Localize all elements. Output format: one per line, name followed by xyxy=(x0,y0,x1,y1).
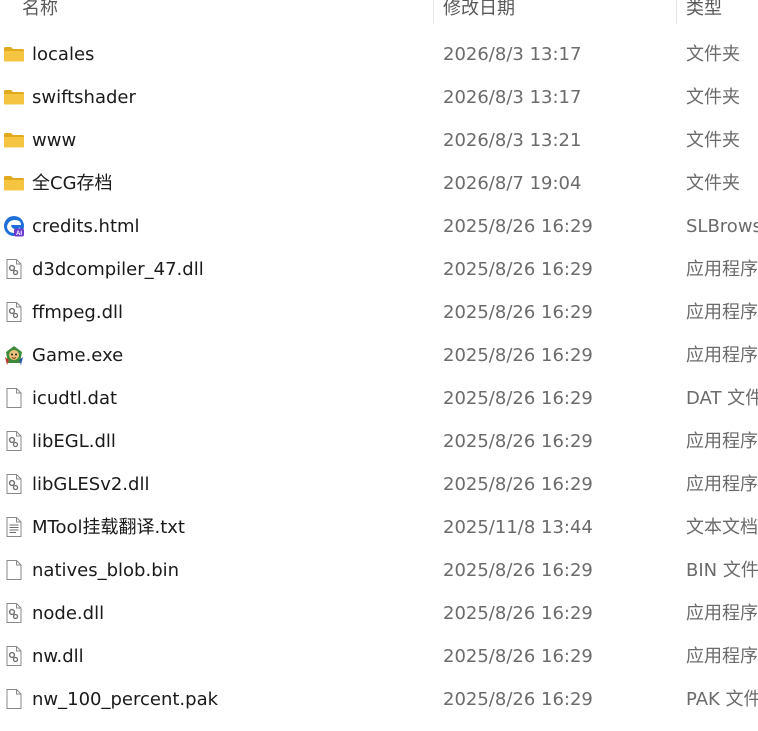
file-type: 文件夹 xyxy=(686,173,740,194)
file-type: PAK 文件 xyxy=(686,689,758,710)
dll-gear-icon xyxy=(3,258,25,280)
file-name: www xyxy=(32,130,77,151)
file-date: 2025/8/26 16:29 xyxy=(443,431,593,452)
folder-icon xyxy=(3,43,25,65)
game-exe-icon xyxy=(3,344,25,366)
file-name: swiftshader xyxy=(32,87,136,108)
file-name: libGLESv2.dll xyxy=(32,474,150,495)
file-name: ffmpeg.dll xyxy=(32,302,124,323)
file-date: 2026/8/3 13:17 xyxy=(443,87,582,108)
file-date: 2025/8/26 16:29 xyxy=(443,302,593,323)
svg-text:AI: AI xyxy=(16,231,22,237)
text-file-icon xyxy=(3,516,25,538)
file-name: libEGL.dll xyxy=(32,431,116,452)
file-date: 2026/8/3 13:21 xyxy=(443,130,582,151)
file-type: 文件夹 xyxy=(686,130,740,151)
dll-gear-icon xyxy=(3,645,25,667)
file-row[interactable]: AI credits.html 2025/8/26 16:29 SLBrowse… xyxy=(0,205,758,248)
dll-gear-icon xyxy=(3,602,25,624)
file-row[interactable]: node.dll 2025/8/26 16:29 应用程序扩展 xyxy=(0,592,758,635)
file-row[interactable]: 全CG存档 2026/8/7 19:04 文件夹 xyxy=(0,162,758,205)
file-row[interactable]: locales 2026/8/3 13:17 文件夹 xyxy=(0,33,758,76)
file-date: 2026/8/3 13:17 xyxy=(443,44,582,65)
folder-icon xyxy=(3,172,25,194)
folder-icon xyxy=(3,86,25,108)
file-name: nw_100_percent.pak xyxy=(32,689,219,710)
dll-gear-icon xyxy=(3,473,25,495)
file-type: 文件夹 xyxy=(686,87,740,108)
file-explorer-list: 名称 修改日期 类型 locales 2026/8/3 13:17 文件夹 sw… xyxy=(0,0,758,731)
file-date: 2025/8/26 16:29 xyxy=(443,646,593,667)
file-date: 2025/8/26 16:29 xyxy=(443,259,593,280)
dll-gear-icon xyxy=(3,301,25,323)
file-date: 2025/8/26 16:29 xyxy=(443,603,593,624)
file-date: 2025/8/26 16:29 xyxy=(443,560,593,581)
file-name: 全CG存档 xyxy=(32,173,113,194)
file-row[interactable]: icudtl.dat 2025/8/26 16:29 DAT 文件 xyxy=(0,377,758,420)
blank-file-icon xyxy=(3,688,25,710)
column-separator[interactable] xyxy=(676,0,677,24)
file-name: nw.dll xyxy=(32,646,84,667)
dll-gear-icon xyxy=(3,430,25,452)
file-date: 2025/8/26 16:29 xyxy=(443,474,593,495)
file-row[interactable]: swiftshader 2026/8/3 13:17 文件夹 xyxy=(0,76,758,119)
file-row[interactable]: libGLESv2.dll 2025/8/26 16:29 应用程序扩展 xyxy=(0,463,758,506)
browser-html-icon: AI xyxy=(3,215,25,237)
file-name: locales xyxy=(32,44,95,65)
file-date: 2025/11/8 13:44 xyxy=(443,517,593,538)
file-type: 应用程序扩展 xyxy=(686,646,758,667)
file-row[interactable]: Game.exe 2025/8/26 16:29 应用程序 xyxy=(0,334,758,377)
file-date: 2025/8/26 16:29 xyxy=(443,345,593,366)
file-type: 文本文档 xyxy=(686,517,758,538)
file-type: SLBrowser xyxy=(686,216,758,237)
file-row[interactable]: natives_blob.bin 2025/8/26 16:29 BIN 文件 xyxy=(0,549,758,592)
file-type: 应用程序扩展 xyxy=(686,603,758,624)
column-header-name[interactable]: 名称 xyxy=(22,0,427,24)
file-type: 应用程序扩展 xyxy=(686,259,758,280)
column-header: 名称 修改日期 类型 xyxy=(0,0,758,24)
file-type: 应用程序 xyxy=(686,345,758,366)
file-type: 应用程序扩展 xyxy=(686,302,758,323)
file-date: 2025/8/26 16:29 xyxy=(443,216,593,237)
file-date: 2025/8/26 16:29 xyxy=(443,388,593,409)
column-header-date[interactable]: 修改日期 xyxy=(443,0,671,24)
file-date: 2026/8/7 19:04 xyxy=(443,173,582,194)
file-type: 应用程序扩展 xyxy=(686,431,758,452)
file-row[interactable]: ffmpeg.dll 2025/8/26 16:29 应用程序扩展 xyxy=(0,291,758,334)
column-header-type[interactable]: 类型 xyxy=(686,0,758,24)
folder-icon xyxy=(3,129,25,151)
file-date: 2025/8/26 16:29 xyxy=(443,689,593,710)
file-row[interactable]: nw.dll 2025/8/26 16:29 应用程序扩展 xyxy=(0,635,758,678)
file-row[interactable]: www 2026/8/3 13:21 文件夹 xyxy=(0,119,758,162)
file-row[interactable]: nw_100_percent.pak 2025/8/26 16:29 PAK 文… xyxy=(0,678,758,721)
file-name: credits.html xyxy=(32,216,140,237)
file-name: node.dll xyxy=(32,603,105,624)
column-separator[interactable] xyxy=(433,0,434,24)
file-name: MTool挂载翻译.txt xyxy=(32,517,185,538)
file-list: locales 2026/8/3 13:17 文件夹 swiftshader 2… xyxy=(0,33,758,721)
file-row[interactable]: MTool挂载翻译.txt 2025/11/8 13:44 文本文档 xyxy=(0,506,758,549)
file-type: DAT 文件 xyxy=(686,388,758,409)
blank-file-icon xyxy=(3,387,25,409)
file-row[interactable]: libEGL.dll 2025/8/26 16:29 应用程序扩展 xyxy=(0,420,758,463)
file-name: d3dcompiler_47.dll xyxy=(32,259,204,280)
file-row[interactable]: d3dcompiler_47.dll 2025/8/26 16:29 应用程序扩… xyxy=(0,248,758,291)
file-name: icudtl.dat xyxy=(32,388,118,409)
file-name: Game.exe xyxy=(32,345,124,366)
file-type: 应用程序扩展 xyxy=(686,474,758,495)
file-type: 文件夹 xyxy=(686,44,740,65)
file-type: BIN 文件 xyxy=(686,560,758,581)
blank-file-icon xyxy=(3,559,25,581)
file-name: natives_blob.bin xyxy=(32,560,180,581)
